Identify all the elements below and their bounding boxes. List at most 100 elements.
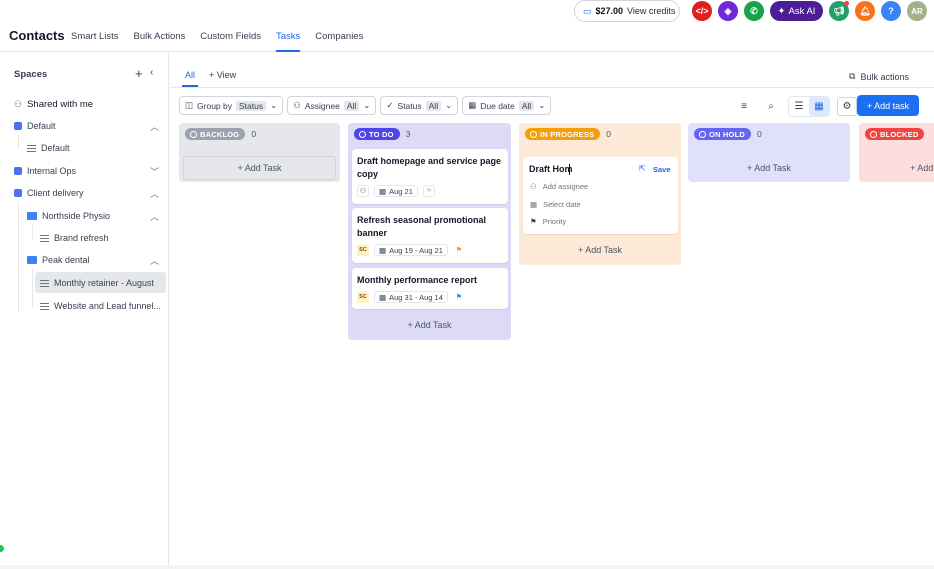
megaphone-icon[interactable]: 📢︎ (829, 1, 849, 21)
tab-companies[interactable]: Companies (315, 31, 363, 52)
task-card[interactable]: Draft homepage and service page copy ⚇ ▦… (352, 149, 508, 204)
chevron-down-icon: ⌄ (363, 100, 371, 110)
avatar[interactable]: AR (907, 1, 927, 21)
sidebar-item-website-lead-funnel[interactable]: Website and Lead funnel... (40, 297, 161, 315)
collapse-sidebar-icon[interactable]: ‹ (150, 67, 153, 78)
sidebar-item-monthly-retainer[interactable]: Monthly retainer - August (40, 274, 154, 292)
due-date-filter[interactable]: ▦ Due date All ⌄ (462, 96, 552, 115)
shield-icon[interactable]: ◈ (718, 1, 738, 21)
add-task-button-todo[interactable]: + Add Task (348, 320, 511, 330)
help-icon[interactable]: ? (881, 1, 901, 21)
sidebar-item-default-list[interactable]: Default (27, 139, 70, 157)
due-date-chip[interactable]: ▦ Aug 21 (374, 185, 418, 197)
main-content: All + View ⧉ Bulk actions ◫ Group by Sta… (170, 53, 934, 565)
add-task-button[interactable]: + Add task (857, 95, 919, 116)
text-cursor (569, 164, 570, 175)
add-task-button-blocked[interactable]: + Add (910, 163, 933, 173)
credits-label: View credits (627, 6, 676, 16)
chevron-down-icon: ⌄ (270, 100, 278, 110)
status-circle-icon (190, 130, 197, 138)
settings-icon[interactable]: ⚙ (837, 97, 857, 116)
add-assignee-row[interactable]: ⚇ Add assignee (530, 182, 588, 191)
priority-flag-icon[interactable]: ⚑ (453, 244, 465, 256)
task-title: Refresh seasonal promotional banner (357, 215, 487, 238)
flag-icon: ⚑ (530, 217, 537, 226)
search-icon[interactable]: ⌕ (761, 97, 781, 116)
add-task-button-on-hold[interactable]: + Add Task (688, 163, 850, 173)
add-task-row[interactable]: + Add Task (183, 156, 336, 180)
column-on-hold: ON HOLD 0 + Add Task (688, 123, 850, 182)
open-external-icon[interactable]: ⇱ (639, 164, 646, 173)
tab-custom-fields[interactable]: Custom Fields (200, 31, 261, 52)
bell-icon[interactable]: 🔔︎ (855, 1, 875, 21)
add-task-button-in-progress[interactable]: + Add Task (519, 245, 681, 255)
sidebar-item-brand-refresh[interactable]: Brand refresh (40, 229, 109, 247)
sidebar-item-default-space[interactable]: Default (14, 117, 56, 135)
code-icon[interactable]: </> (692, 1, 712, 21)
ask-ai-button[interactable]: ✦ Ask AI (770, 1, 823, 21)
chevron-up-icon[interactable]: ︿ (150, 210, 159, 223)
user-icon: ⚇ (293, 100, 301, 110)
tab-smart-lists[interactable]: Smart Lists (71, 31, 119, 52)
sort-icon[interactable]: ≡ (734, 97, 754, 116)
calendar-icon: ▦ (379, 245, 387, 255)
status-filter[interactable]: ✓ Status All ⌄ (380, 96, 459, 115)
tab-bulk-actions[interactable]: Bulk Actions (134, 31, 186, 52)
list-icon (40, 279, 49, 287)
priority-row[interactable]: ⚑ Priority (530, 217, 566, 226)
task-title-input[interactable]: Draft Hom (529, 164, 573, 174)
status-pill-on-hold: ON HOLD (694, 128, 751, 140)
due-date-chip[interactable]: ▦ Aug 31 - Aug 14 (374, 291, 448, 303)
due-date-chip[interactable]: ▦ Aug 19 - Aug 21 (374, 244, 448, 256)
shared-with-me[interactable]: ⚇ Shared with me (14, 95, 93, 113)
task-card[interactable]: Refresh seasonal promotional banner SC ▦… (352, 208, 508, 263)
assignee-placeholder-icon[interactable]: ⚇ (357, 185, 369, 197)
chevron-down-icon[interactable]: ﹀ (150, 165, 159, 178)
board-view-icon[interactable]: ▦ (809, 97, 829, 116)
list-icon (40, 302, 49, 310)
copy-icon: ⧉ (849, 71, 856, 81)
assignee-avatar[interactable]: SC (357, 291, 369, 303)
spaces-heading: Spaces (14, 69, 48, 80)
bottom-scrollbar[interactable] (0, 565, 934, 569)
group-by-filter[interactable]: ◫ Group by Status ⌄ (179, 96, 284, 115)
sidebar-item-internal-ops[interactable]: Internal Ops (14, 162, 76, 180)
top-nav: Smart Lists Bulk Actions Custom Fields T… (71, 31, 378, 52)
space-color-icon (14, 122, 22, 130)
priority-flag-icon[interactable]: ⚑ (422, 185, 435, 197)
calendar-icon: ▦ (379, 186, 387, 196)
calendar-icon: ▦ (379, 292, 387, 302)
list-icon (40, 234, 49, 242)
view-tab-all[interactable]: All (181, 70, 199, 87)
folder-icon (27, 256, 37, 264)
assignee-avatar[interactable]: SC (357, 244, 369, 256)
chevron-up-icon[interactable]: ︿ (150, 187, 159, 200)
layers-icon: ◫ (185, 100, 194, 110)
credits-button[interactable]: ▭ $27.00 View credits (574, 0, 680, 22)
assignee-filter[interactable]: ⚇ Assignee All ⌄ (287, 96, 377, 115)
task-card[interactable]: Monthly performance report SC ▦ Aug 31 -… (352, 268, 508, 309)
sparkle-icon: ✦ (777, 5, 786, 17)
chevron-up-icon[interactable]: ︿ (150, 120, 159, 133)
list-view-icon[interactable]: ☰ (789, 97, 809, 116)
bulk-actions-button[interactable]: ⧉ Bulk actions (849, 71, 909, 82)
sidebar-item-client-delivery[interactable]: Client delivery (14, 184, 84, 202)
wallet-icon: ▭ (583, 5, 592, 16)
sidebar-item-northside-physio[interactable]: Northside Physio (27, 207, 110, 225)
sidebar-item-peak-dental[interactable]: Peak dental (27, 251, 90, 269)
sidebar: Spaces + ‹ ⚇ Shared with me Default ︿ De… (0, 53, 169, 565)
phone-icon[interactable]: ✆ (744, 1, 764, 21)
priority-flag-icon[interactable]: ⚑ (453, 291, 465, 303)
select-date-row[interactable]: ▦ Select date (530, 200, 581, 209)
status-pill-todo: TO DO (354, 128, 400, 140)
tab-tasks[interactable]: Tasks (275, 31, 301, 52)
chevron-up-icon[interactable]: ︿ (150, 254, 159, 267)
column-todo: TO DO 3 Draft homepage and service page … (348, 123, 511, 340)
save-button[interactable]: Save (653, 165, 671, 174)
user-icon: ⚇ (14, 98, 23, 109)
task-title: Monthly performance report (357, 275, 478, 285)
add-space-icon[interactable]: + (135, 66, 143, 81)
view-toggle: ☰ ▦ (788, 96, 830, 117)
ask-ai-label: Ask AI (788, 5, 816, 17)
add-view-button[interactable]: + View (209, 70, 236, 80)
